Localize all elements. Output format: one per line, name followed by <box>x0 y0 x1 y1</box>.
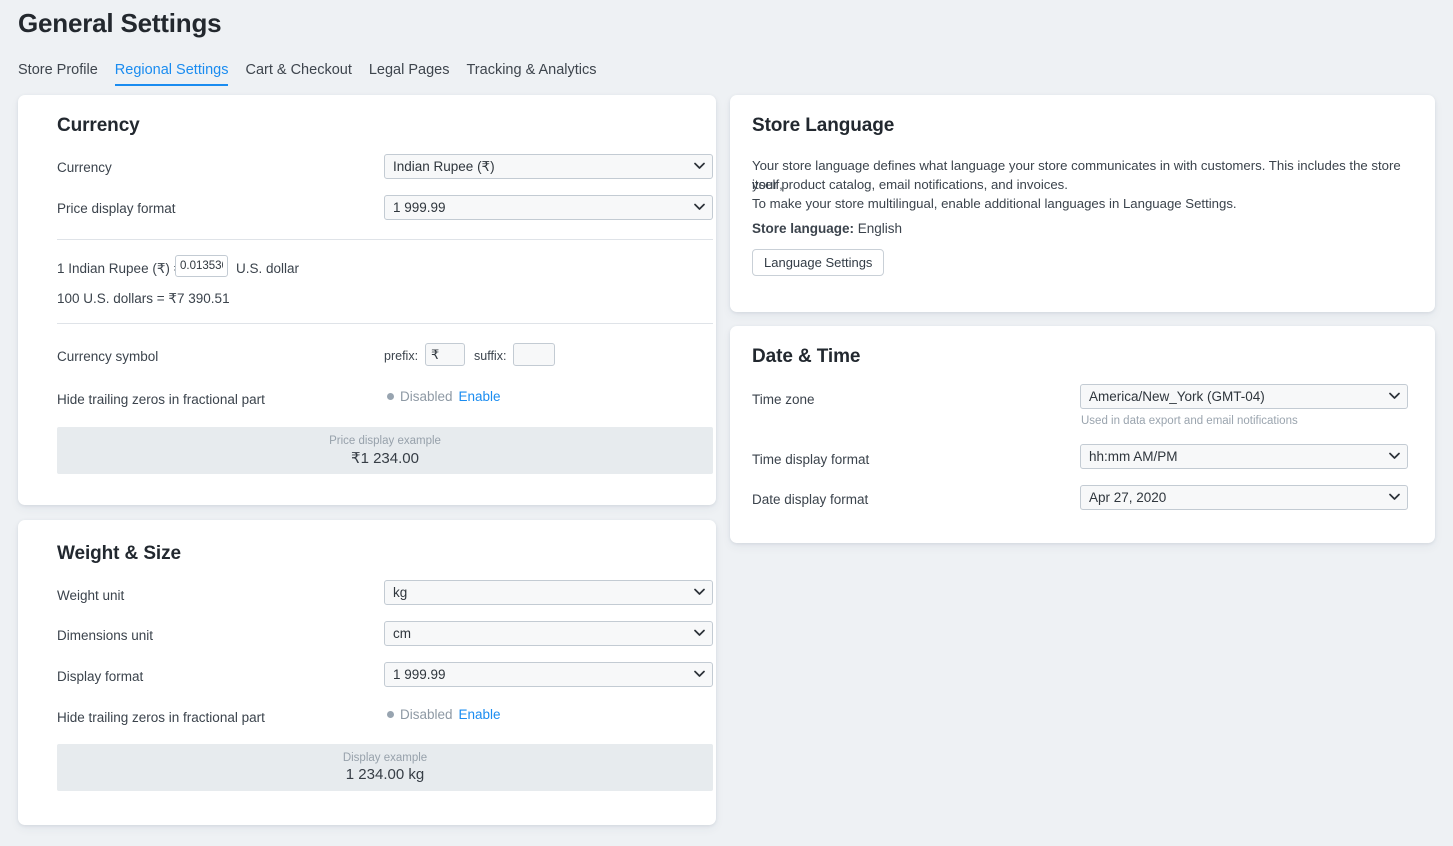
currency-select[interactable]: Indian Rupee (₹) <box>384 154 713 179</box>
display-example-box: Display example 1 234.00 kg <box>57 744 713 791</box>
currency-suffix-input[interactable] <box>513 343 555 366</box>
exchange-rate-suffix: U.S. dollar <box>236 261 299 276</box>
price-display-example-box: Price display example ₹1 234.00 <box>57 427 713 474</box>
time-format-select-wrap: hh:mm AM/PM <box>1080 444 1408 469</box>
currency-prefix-input[interactable] <box>425 343 465 366</box>
dimensions-unit-select-wrap: cm <box>384 621 713 646</box>
currency-card: Currency Currency Indian Rupee (₹) Price… <box>18 95 716 505</box>
exchange-rate-input[interactable] <box>175 255 228 277</box>
dimensions-unit-label: Dimensions unit <box>57 628 153 643</box>
hide-trailing-zeros-enable-link[interactable]: Enable <box>459 389 501 404</box>
settings-page: General Settings Store Profile Regional … <box>0 0 1453 846</box>
language-settings-button[interactable]: Language Settings <box>752 249 884 276</box>
divider-top <box>57 239 713 240</box>
hide-trailing-zeros-state: Disabled <box>400 389 453 404</box>
store-language-value: English <box>858 221 902 236</box>
time-display-format-label: Time display format <box>752 452 869 467</box>
date-format-select-wrap: Apr 27, 2020 <box>1080 485 1408 510</box>
display-format-label: Display format <box>57 669 143 684</box>
weight-hide-trailing-zeros-label: Hide trailing zeros in fractional part <box>57 710 265 725</box>
weight-unit-select[interactable]: kg <box>384 580 713 605</box>
store-language-card-title: Store Language <box>752 115 894 137</box>
display-format-select[interactable]: 1 999.99 <box>384 662 713 687</box>
prefix-label: prefix: <box>384 349 418 363</box>
price-format-select-wrap: 1 999.99 <box>384 195 713 220</box>
display-example-value: 1 234.00 kg <box>346 766 424 783</box>
tab-legal-pages[interactable]: Legal Pages <box>369 62 450 86</box>
weight-size-card: Weight & Size Weight unit kg Dimensions … <box>18 520 716 825</box>
exchange-rate-reverse: 100 U.S. dollars = ₹7 390.51 <box>57 291 230 307</box>
store-language-description-line2: your product catalog, email notification… <box>752 175 1417 194</box>
divider-bottom <box>57 323 713 324</box>
weight-unit-label: Weight unit <box>57 588 124 603</box>
exchange-rate-prefix: 1 Indian Rupee (₹) = <box>57 261 182 277</box>
hide-trailing-zeros-label: Hide trailing zeros in fractional part <box>57 392 265 407</box>
store-language-description-line3: To make your store multilingual, enable … <box>752 194 1417 213</box>
time-zone-hint: Used in data export and email notificati… <box>1081 415 1298 427</box>
date-time-card-title: Date & Time <box>752 346 860 368</box>
suffix-label: suffix: <box>474 349 506 363</box>
status-dot-icon <box>387 711 394 718</box>
tab-store-profile[interactable]: Store Profile <box>18 62 98 86</box>
date-time-card: Date & Time Time zone America/New_York (… <box>730 326 1435 543</box>
date-display-format-label: Date display format <box>752 492 868 507</box>
page-title: General Settings <box>18 8 221 39</box>
price-format-select[interactable]: 1 999.99 <box>384 195 713 220</box>
time-zone-select-wrap: America/New_York (GMT-04) <box>1080 384 1408 409</box>
time-format-select[interactable]: hh:mm AM/PM <box>1080 444 1408 469</box>
currency-symbol-label: Currency symbol <box>57 349 158 364</box>
price-display-format-label: Price display format <box>57 201 176 216</box>
time-zone-label: Time zone <box>752 392 815 407</box>
tab-cart-checkout[interactable]: Cart & Checkout <box>245 62 351 86</box>
tab-bar: Store Profile Regional Settings Cart & C… <box>18 62 597 86</box>
store-language-card: Store Language Your store language defin… <box>730 95 1435 312</box>
weight-unit-select-wrap: kg <box>384 580 713 605</box>
date-format-select[interactable]: Apr 27, 2020 <box>1080 485 1408 510</box>
weight-hide-trailing-zeros-toggle: Disabled Enable <box>387 707 501 722</box>
display-format-select-wrap: 1 999.99 <box>384 662 713 687</box>
weight-size-card-title: Weight & Size <box>57 543 181 565</box>
currency-label: Currency <box>57 160 112 175</box>
store-language-value-row: Store language: English <box>752 221 902 236</box>
currency-select-wrap: Indian Rupee (₹) <box>384 154 713 179</box>
tab-regional-settings[interactable]: Regional Settings <box>115 62 229 86</box>
time-zone-select[interactable]: America/New_York (GMT-04) <box>1080 384 1408 409</box>
display-example-caption: Display example <box>343 752 427 764</box>
price-example-caption: Price display example <box>329 435 441 447</box>
hide-trailing-zeros-toggle: Disabled Enable <box>387 389 501 404</box>
status-dot-icon <box>387 393 394 400</box>
dimensions-unit-select[interactable]: cm <box>384 621 713 646</box>
weight-hide-trailing-zeros-state: Disabled <box>400 707 453 722</box>
currency-card-title: Currency <box>57 115 140 137</box>
price-example-value: ₹1 234.00 <box>351 449 419 467</box>
tab-tracking-analytics[interactable]: Tracking & Analytics <box>466 62 596 86</box>
store-language-label: Store language: <box>752 221 854 236</box>
weight-hide-trailing-zeros-enable-link[interactable]: Enable <box>459 707 501 722</box>
